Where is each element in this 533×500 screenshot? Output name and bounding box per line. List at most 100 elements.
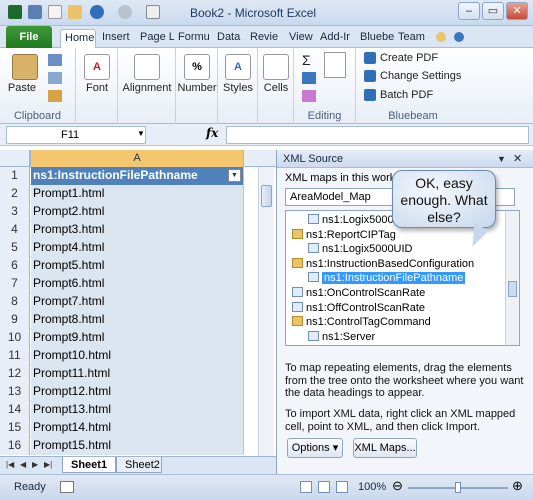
tree-node[interactable]: ns1:ControlTagCommand xyxy=(292,315,431,329)
sort-filter-icon[interactable] xyxy=(324,52,346,78)
redo-icon[interactable] xyxy=(118,5,132,19)
pane-close-icon[interactable]: ✕ xyxy=(513,150,522,168)
scroll-thumb[interactable] xyxy=(261,185,272,207)
cut-icon[interactable] xyxy=(48,54,62,66)
sheet-tab-sheet2[interactable]: Sheet2 xyxy=(116,457,162,473)
normal-view-icon[interactable] xyxy=(300,481,312,493)
table-cell[interactable]: Prompt14.html xyxy=(31,419,244,437)
row-number[interactable]: 15 xyxy=(0,419,30,437)
tree-node[interactable]: ns1:Logix5000UID xyxy=(308,242,413,256)
tree-node[interactable]: ns1:OnControlScanRate xyxy=(292,286,425,300)
tab-home[interactable]: Home xyxy=(60,29,96,48)
formula-input[interactable] xyxy=(226,126,529,144)
table-cell[interactable]: Prompt8.html xyxy=(31,311,244,329)
table-cell[interactable]: Prompt4.html xyxy=(31,239,244,257)
tab-insert[interactable]: Insert xyxy=(98,29,136,48)
table-cell[interactable]: Prompt6.html xyxy=(31,275,244,293)
sheet-tab-sheet1[interactable]: Sheet1 xyxy=(62,457,117,473)
tab-add-ins[interactable]: Add-Ir xyxy=(316,29,356,48)
undo-icon[interactable] xyxy=(90,5,104,19)
new-icon[interactable] xyxy=(48,5,62,19)
clear-icon[interactable] xyxy=(302,90,316,102)
next-sheet-icon[interactable]: ▶ xyxy=(32,460,38,469)
pane-options-icon[interactable]: ▼ xyxy=(497,150,506,168)
row-number[interactable]: 9 xyxy=(0,311,30,329)
table-cell[interactable]: Prompt12.html xyxy=(31,383,244,401)
open-folder-icon[interactable] xyxy=(68,5,82,19)
row-number[interactable]: 16 xyxy=(0,437,30,455)
column-header-a[interactable]: A xyxy=(30,150,244,167)
row-number[interactable]: 11 xyxy=(0,347,30,365)
tab-view[interactable]: View xyxy=(285,29,315,48)
tab-formulas[interactable]: Formu xyxy=(174,29,212,48)
change-settings-button[interactable]: Change Settings xyxy=(364,70,461,86)
options-button[interactable]: Options ▾ xyxy=(287,438,343,458)
paste-icon[interactable] xyxy=(12,54,38,80)
batch-pdf-button[interactable]: Batch PDF xyxy=(364,89,433,105)
row-number[interactable]: 5 xyxy=(0,239,30,257)
fill-icon[interactable] xyxy=(302,72,316,84)
maximize-button[interactable]: ▭ xyxy=(482,2,504,20)
name-box-dropdown-icon[interactable]: ▼ xyxy=(137,129,145,138)
create-pdf-button[interactable]: Create PDF xyxy=(364,52,438,68)
row-number[interactable]: 14 xyxy=(0,401,30,419)
table-cell[interactable]: Prompt13.html xyxy=(31,401,244,419)
tree-scroll-thumb[interactable] xyxy=(508,281,517,297)
save-icon[interactable] xyxy=(28,5,42,19)
tab-file[interactable]: File xyxy=(6,26,52,48)
row-number[interactable]: 8 xyxy=(0,293,30,311)
row-number[interactable]: 7 xyxy=(0,275,30,293)
prev-sheet-icon[interactable]: ◀ xyxy=(20,460,26,469)
row-number[interactable]: 6 xyxy=(0,257,30,275)
table-cell[interactable]: Prompt1.html xyxy=(31,185,244,203)
group-cells[interactable]: Cells xyxy=(258,48,294,124)
minimize-button[interactable]: – xyxy=(458,2,480,20)
copy-icon[interactable] xyxy=(48,72,62,84)
table-cell[interactable]: Prompt3.html xyxy=(31,221,244,239)
tree-node[interactable]: ns1:InstructionBasedConfiguration xyxy=(292,257,474,271)
zoom-in-icon[interactable]: ⊕ xyxy=(512,478,523,494)
sheet-vertical-scrollbar[interactable] xyxy=(258,167,274,456)
help-icon[interactable] xyxy=(454,32,464,42)
name-box[interactable]: F11 xyxy=(6,126,146,144)
table-cell[interactable]: Prompt9.html xyxy=(31,329,244,347)
row-number[interactable]: 1 xyxy=(0,167,30,185)
macro-record-icon[interactable] xyxy=(60,481,74,493)
row-number[interactable]: 13 xyxy=(0,383,30,401)
insert-function-icon[interactable]: fx xyxy=(206,126,218,140)
last-sheet-icon[interactable]: ▶| xyxy=(44,460,52,469)
row-number[interactable]: 10 xyxy=(0,329,30,347)
tree-node[interactable]: ns1:Server xyxy=(308,330,375,344)
paste-button[interactable]: Paste xyxy=(0,82,48,94)
format-painter-icon[interactable] xyxy=(48,90,62,102)
filter-dropdown-icon[interactable]: ▼ xyxy=(228,169,241,182)
tree-node[interactable]: ns1:OffControlScanRate xyxy=(292,301,425,315)
tree-node[interactable]: ns1:ReportCIPTag xyxy=(292,228,396,242)
print-preview-icon[interactable] xyxy=(146,5,160,19)
tab-data[interactable]: Data xyxy=(213,29,245,48)
mapped-header-cell[interactable]: ns1:InstructionFilePathname ▼ xyxy=(31,167,244,185)
group-font[interactable]: A Font xyxy=(76,48,118,124)
page-break-view-icon[interactable] xyxy=(336,481,348,493)
xml-maps-button[interactable]: XML Maps... xyxy=(353,438,417,458)
tab-bluebeam[interactable]: Bluebe xyxy=(356,29,394,48)
tree-node[interactable]: ns1:InstructionFilePathname xyxy=(308,271,466,285)
table-cell[interactable]: Prompt11.html xyxy=(31,365,244,383)
worksheet-grid[interactable]: A 1 ns1:InstructionFilePathname ▼ 2 Prompt1.… xyxy=(0,150,276,456)
tree-node[interactable]: ns1:DataType xyxy=(308,344,390,345)
tab-team[interactable]: Team xyxy=(394,29,426,48)
autosum-button[interactable]: Σ xyxy=(302,52,311,68)
zoom-slider-thumb[interactable] xyxy=(455,482,461,493)
table-cell[interactable]: Prompt5.html xyxy=(31,257,244,275)
table-cell[interactable]: Prompt10.html xyxy=(31,347,244,365)
zoom-level[interactable]: 100% xyxy=(358,481,386,493)
close-button[interactable]: ✕ xyxy=(506,2,528,20)
row-number[interactable]: 4 xyxy=(0,221,30,239)
table-cell[interactable]: Prompt7.html xyxy=(31,293,244,311)
select-all-corner[interactable] xyxy=(0,150,30,167)
first-sheet-icon[interactable]: |◀ xyxy=(6,460,14,469)
tab-review[interactable]: Revie xyxy=(246,29,282,48)
tab-page-layout[interactable]: Page L xyxy=(136,29,174,48)
table-cell[interactable]: Prompt15.html xyxy=(31,437,244,455)
row-number[interactable]: 12 xyxy=(0,365,30,383)
